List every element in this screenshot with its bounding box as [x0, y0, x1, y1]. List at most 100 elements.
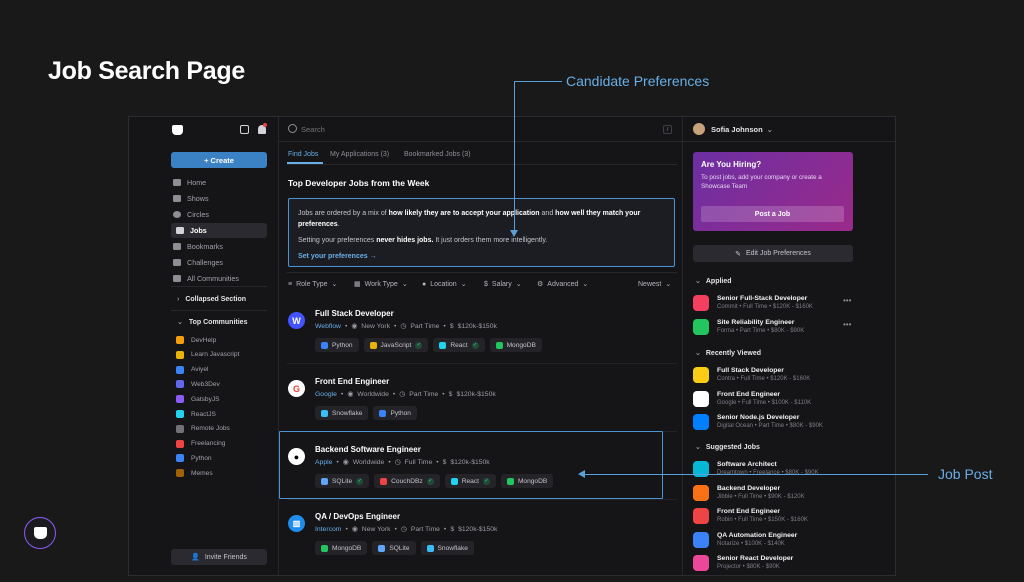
chevron-down-icon: ⌄ — [331, 281, 338, 288]
tab-bookmarked-jobs[interactable]: Bookmarked Jobs (3) — [404, 151, 471, 158]
skill-icon — [321, 409, 328, 417]
company-name[interactable]: Intercom — [315, 526, 341, 533]
filter-advanced[interactable]: ⚙ Advanced ⌄ — [537, 280, 588, 289]
inbox-icon[interactable] — [240, 125, 249, 134]
job-list-item[interactable]: Senior Full-Stack Developer Commit • Ful… — [693, 294, 858, 314]
page-title: Job Search Page — [48, 57, 245, 85]
job-list-item[interactable]: Senior Node.js Developer Digital Ocean •… — [693, 413, 858, 433]
section-label: Collapsed Section — [185, 296, 247, 303]
job-title[interactable]: QA / DevOps Engineer — [315, 512, 400, 521]
company-name[interactable]: Webflow — [315, 323, 341, 330]
community-item[interactable]: Memes — [176, 467, 213, 479]
job-card[interactable]: ▥ QA / DevOps Engineer Intercom • ◉ New Y… — [288, 506, 668, 564]
filter-label: Salary — [491, 280, 512, 288]
nav-label: Home — [187, 177, 207, 187]
top-communities-toggle[interactable]: ⌄ Top Communities — [177, 318, 248, 327]
item-title: Front End Engineer — [717, 508, 781, 515]
community-item[interactable]: ReactJS — [176, 408, 216, 420]
community-name: Learn Javascript — [191, 351, 240, 359]
job-card[interactable]: W Full Stack Developer Webflow • ◉ New Yo… — [288, 303, 668, 361]
info-text: and — [539, 210, 556, 217]
community-item[interactable]: GatsbyJS — [176, 393, 220, 405]
separator: • — [340, 390, 344, 398]
community-item[interactable]: Learn Javascript — [176, 349, 239, 361]
pencil-icon: ✎ — [735, 250, 741, 258]
avatar[interactable] — [693, 123, 705, 135]
job-list-item[interactable]: QA Automation Engineer Notarize • $100K … — [693, 531, 858, 551]
skill-name: JavaScript — [380, 341, 412, 349]
job-list-item[interactable]: Front End Engineer Google • Full Time • … — [693, 390, 858, 410]
job-list-item[interactable]: Full Stack Developer Contra • Full Time … — [693, 366, 858, 386]
user-menu[interactable]: Sofia Johnson ⌄ — [711, 125, 773, 134]
search-input[interactable] — [301, 122, 601, 136]
create-button[interactable]: + Create — [171, 152, 267, 168]
tab-my-applications[interactable]: My Applications (3) — [330, 151, 389, 158]
edit-job-preferences-button[interactable]: ✎ Edit Job Preferences — [693, 245, 853, 262]
item-title: Site Reliability Engineer — [717, 319, 795, 326]
skill-icon — [379, 409, 387, 417]
job-card[interactable]: G Front End Engineer Google • ◉ Worldwide… — [288, 371, 668, 429]
nav-circles[interactable]: Circles — [173, 207, 273, 221]
chevron-down-icon: ⌄ — [695, 444, 701, 451]
community-icon — [176, 469, 184, 478]
filter-salary[interactable]: $ Salary ⌄ — [484, 280, 522, 289]
skill-icon — [378, 544, 386, 552]
community-name: Aviyel — [191, 366, 209, 374]
grid-icon: ▦ — [354, 281, 361, 288]
skill-tags: Snowflake Python — [315, 406, 422, 420]
job-title[interactable]: Full Stack Developer — [315, 309, 394, 318]
sort-dropdown[interactable]: Newest ⌄ — [638, 280, 671, 289]
nav-bookmarks[interactable]: Bookmarks — [173, 239, 273, 253]
nav-all-communities[interactable]: All Communities — [173, 271, 273, 285]
community-item[interactable]: Python — [176, 452, 212, 464]
section-header-recent[interactable]: ⌄ Recently Viewed — [695, 349, 761, 358]
post-job-button[interactable]: Post a Job — [701, 206, 844, 222]
filter-work-type[interactable]: ▦ Work Type ⌄ — [354, 280, 408, 289]
job-list-item[interactable]: Front End Engineer Robin • Full Time • $… — [693, 507, 858, 527]
skill-tag: Snowflake — [420, 541, 474, 555]
separator: • — [442, 390, 445, 398]
nav-home[interactable]: Home — [173, 175, 273, 189]
user-name: Sofia Johnson — [711, 125, 763, 134]
community-icon — [176, 350, 184, 359]
community-icon — [176, 439, 184, 448]
more-options-icon[interactable]: ••• — [843, 296, 851, 305]
company-logo-icon — [693, 390, 709, 407]
community-item[interactable]: Web3Dev — [176, 378, 220, 390]
set-preferences-link[interactable]: Set your preferences → — [298, 251, 665, 262]
hiring-title: Are You Hiring? — [701, 160, 762, 169]
divider — [287, 499, 677, 500]
nav-jobs[interactable]: Jobs — [176, 223, 276, 237]
company-logo-icon — [693, 531, 709, 548]
job-list-item[interactable]: Backend Developer Jibble • Full Time • $… — [693, 484, 858, 504]
filter-role-type[interactable]: ≡ Role Type ⌄ — [288, 280, 338, 289]
company-logo-icon — [693, 555, 709, 571]
job-title[interactable]: Front End Engineer — [315, 377, 389, 386]
nav-label: Jobs — [190, 225, 207, 235]
community-name: Freelancing — [191, 440, 226, 448]
company-logo-icon — [693, 484, 709, 501]
nav-challenges[interactable]: Challenges — [173, 255, 273, 269]
app-logo-icon[interactable] — [172, 125, 183, 135]
filter-location[interactable]: ● Location ⌄ — [422, 280, 467, 289]
tab-find-jobs[interactable]: Find Jobs — [288, 151, 318, 158]
community-item[interactable]: DevHelp — [176, 334, 216, 346]
collapsed-section-toggle[interactable]: › Collapsed Section — [177, 296, 246, 303]
app-logo-icon — [33, 527, 47, 539]
more-options-icon[interactable]: ••• — [843, 320, 851, 329]
community-item[interactable]: Remote Jobs — [176, 423, 230, 435]
company-name[interactable]: Google — [315, 391, 337, 398]
job-list-item[interactable]: Site Reliability Engineer Forma • Part T… — [693, 318, 858, 338]
chevron-down-icon: ⌄ — [695, 350, 701, 357]
nav-shows[interactable]: Shows — [173, 191, 273, 205]
invite-friends-button[interactable]: 👤 Invite Friends — [171, 549, 267, 565]
floating-logo-button[interactable] — [24, 517, 56, 549]
job-location: Worldwide — [357, 390, 389, 398]
section-label: Top Communities — [188, 318, 248, 326]
job-list-item[interactable]: Software Architect Dreamtown • Freelance… — [693, 460, 858, 480]
job-list-item[interactable]: Senior React Developer Projector • $80K … — [693, 554, 858, 574]
community-item[interactable]: Freelancing — [176, 438, 225, 450]
section-header-suggested[interactable]: ⌄ Suggested Jobs — [695, 443, 760, 452]
section-header-applied[interactable]: ⌄ Applied — [695, 277, 732, 286]
community-item[interactable]: Aviyel — [176, 364, 208, 376]
